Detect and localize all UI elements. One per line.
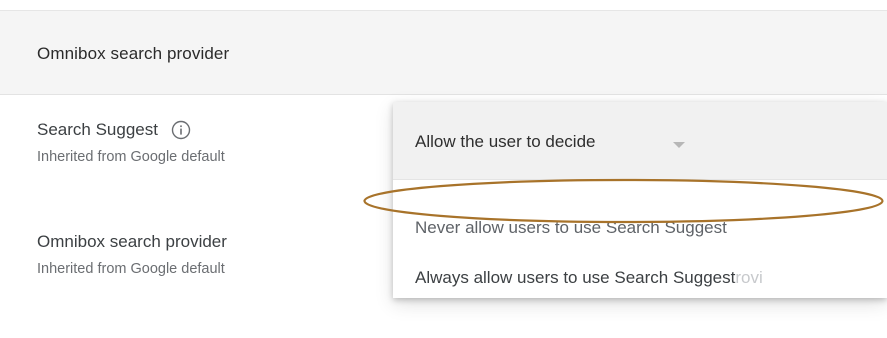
option-always-allow[interactable]: Always allow users to use Search Suggest… [415,268,763,288]
section-header: Omnibox search provider [0,11,887,95]
caret-down-icon [673,142,685,148]
option-ghost-text: rovi [735,268,763,287]
search-suggest-dropdown-menu[interactable]: Allow the user to decide Never allow use… [393,102,887,298]
dropdown-selected-option[interactable]: Allow the user to decide [393,102,887,180]
setting-label: Search Suggest [37,120,158,139]
option-never-allow[interactable]: Never allow users to use Search Suggest [415,218,727,238]
dropdown-selected-label: Allow the user to decide [415,132,596,151]
setting-sublabel: Inherited from Google default [37,149,225,165]
setting-omnibox-provider: Omnibox search provider Inherited from G… [37,232,227,277]
info-icon[interactable] [171,120,191,140]
setting-sublabel: Inherited from Google default [37,261,225,277]
setting-label: Omnibox search provider [37,232,227,251]
option-label: Never allow users to use Search Suggest [415,218,727,237]
option-label: Always allow users to use Search Suggest [415,268,736,287]
setting-search-suggest: Search Suggest Inherited from Google def… [37,120,225,165]
section-title: Omnibox search provider [37,44,230,63]
